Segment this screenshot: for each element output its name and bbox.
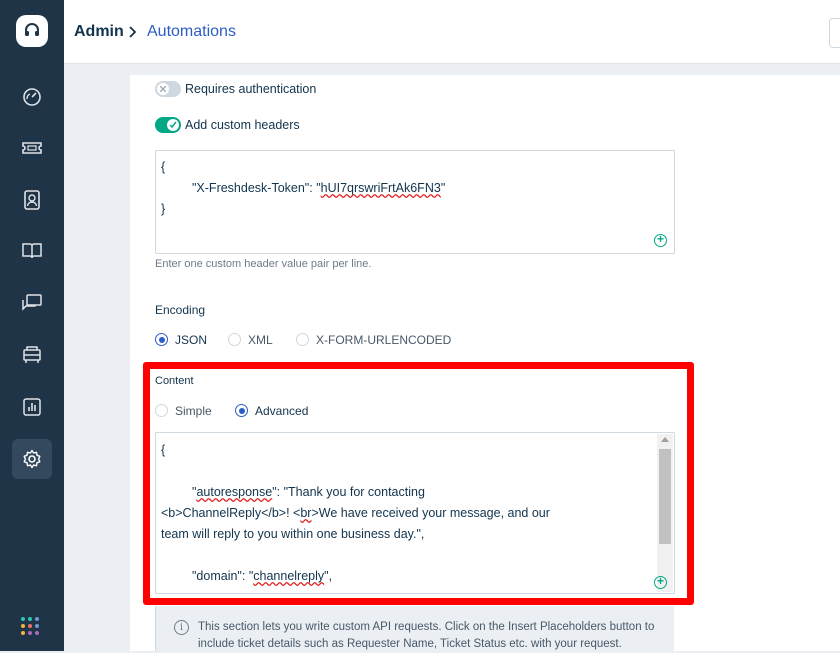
custom-headers-toggle[interactable] xyxy=(155,117,181,133)
breadcrumb-admin[interactable]: Admin xyxy=(74,23,124,41)
headers-line-open: { xyxy=(161,160,166,174)
check-icon xyxy=(169,121,177,129)
headers-line-close: } xyxy=(161,202,166,216)
encoding-json-label: JSON xyxy=(175,333,208,347)
info-text: This section lets you write custom API r… xyxy=(198,621,655,650)
gear-icon[interactable] xyxy=(12,439,52,479)
encoding-xml-label: XML xyxy=(248,333,273,347)
assets-icon[interactable] xyxy=(12,335,52,375)
requires-auth-toggle[interactable] xyxy=(155,81,181,97)
header-action-button[interactable] xyxy=(829,18,840,48)
dashboard-icon[interactable] xyxy=(12,77,52,117)
solutions-book-icon[interactable] xyxy=(12,231,52,271)
apps-grid-icon[interactable] xyxy=(21,617,43,639)
content-highlight-box xyxy=(143,362,694,605)
ticket-icon[interactable] xyxy=(12,128,52,168)
x-icon xyxy=(160,86,166,92)
headers-line-token: "X-Freshdesk-Token": "hUI7qrswriFrtAk6FN… xyxy=(192,181,446,195)
encoding-xml-radio[interactable] xyxy=(228,333,241,346)
insert-placeholder-icon[interactable]: + xyxy=(654,233,667,247)
breadcrumb-automations[interactable]: Automations xyxy=(147,23,236,41)
sidebar xyxy=(0,0,64,651)
encoding-label: Encoding xyxy=(155,303,206,317)
headers-hint: Enter one custom header value pair per l… xyxy=(155,258,372,270)
custom-headers-textarea[interactable] xyxy=(155,150,675,254)
encoding-form-urlencoded-radio[interactable] xyxy=(296,333,309,346)
top-header: Admin Automations xyxy=(64,0,840,64)
chevron-right-icon xyxy=(129,26,137,38)
discussions-icon[interactable] xyxy=(12,283,52,323)
info-icon: i xyxy=(174,620,189,635)
encoding-json-radio[interactable] xyxy=(155,333,168,346)
encoding-form-urlencoded-label: X-FORM-URLENCODED xyxy=(316,333,452,347)
headset-icon[interactable] xyxy=(16,15,48,47)
custom-headers-label: Add custom headers xyxy=(185,118,300,132)
requires-auth-label: Requires authentication xyxy=(185,82,317,96)
reports-icon[interactable] xyxy=(12,387,52,427)
contacts-icon[interactable] xyxy=(12,180,52,220)
